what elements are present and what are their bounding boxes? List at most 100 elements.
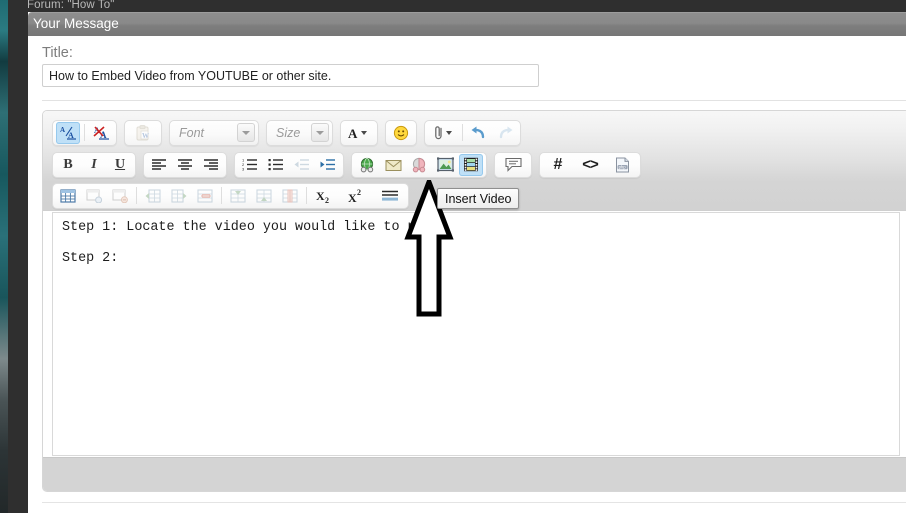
font-family-label: Font: [179, 125, 205, 140]
toolbar-group-quote: [494, 151, 532, 178]
toolbar-group-lists: 1 2 3: [234, 151, 344, 178]
toolbar-group-paste: W: [124, 119, 162, 146]
divider-bottom: [42, 502, 906, 503]
toolbar-group-textcolor: A: [340, 119, 378, 146]
tooltip-text: Insert Video: [445, 191, 512, 206]
browser-top-bar: [0, 0, 906, 12]
justify-glyph: [382, 190, 398, 201]
insert-code-icon[interactable]: <>: [575, 154, 605, 176]
subscript-icon[interactable]: X 2: [311, 185, 341, 207]
insert-row-above-icon[interactable]: [226, 185, 250, 207]
font-family-select[interactable]: Font: [169, 119, 259, 146]
hash-glyph: #: [553, 155, 563, 173]
align-right-icon[interactable]: [199, 154, 223, 176]
editor-content-area[interactable]: Step 1: Locate the video you would like …: [52, 212, 900, 456]
rich-text-editor: A A A A W Font Size A B I U 1 2 3 # <> p…: [42, 110, 906, 492]
breadcrumb: Forum: "How To": [27, 0, 115, 11]
svg-text:2: 2: [325, 196, 329, 204]
indent-glyph: [320, 159, 335, 170]
table-properties-icon[interactable]: [82, 185, 106, 207]
toolbar-group-format: B I U: [52, 151, 136, 178]
chevron-down-icon: [311, 123, 329, 142]
italic-icon[interactable]: I: [82, 154, 106, 176]
emoticon-icon[interactable]: [389, 122, 413, 144]
delete-column-icon[interactable]: [193, 185, 217, 207]
browser-left-panel: [8, 0, 28, 513]
insert-php-icon[interactable]: php: [607, 154, 637, 176]
toolbar-row-2: B I U 1 2 3 # <> php: [52, 150, 641, 179]
delete-row-icon[interactable]: [278, 185, 302, 207]
toolbar-separator: [462, 124, 463, 141]
toolbar-group-spellcheck: A A A A: [52, 119, 117, 146]
insert-quote-icon[interactable]: [498, 154, 528, 176]
svg-text:X: X: [316, 189, 325, 203]
chevron-down-icon: [237, 123, 255, 142]
ordered-list-glyph: 1 2 3: [242, 158, 257, 171]
svg-text:php: php: [618, 164, 626, 169]
redo-glyph: [499, 126, 513, 138]
globe-glyph: [360, 157, 373, 172]
paste-from-word-icon[interactable]: W: [128, 122, 158, 144]
superscript-icon[interactable]: X 2: [343, 185, 373, 207]
title-input[interactable]: [42, 64, 539, 87]
insert-column-left-icon[interactable]: [141, 185, 165, 207]
bold-icon[interactable]: B: [56, 154, 80, 176]
toolbar-group-emoticon: [385, 119, 417, 146]
screen-root: Forum: "How To" Your Message Title: A A: [0, 0, 906, 513]
insert-hash-icon[interactable]: #: [543, 154, 573, 176]
column-right-glyph: [171, 188, 187, 203]
redo-icon[interactable]: [493, 122, 517, 144]
smiley-glyph: [393, 125, 409, 140]
speech-bubble-glyph: [504, 157, 522, 172]
envelope-glyph: [385, 159, 401, 171]
toolbar-group-insert: [351, 151, 487, 178]
insert-video-icon[interactable]: [459, 153, 483, 176]
toolbar-group-attach-undo: [424, 119, 521, 146]
undo-icon[interactable]: [467, 122, 491, 144]
row-delete-glyph: [282, 188, 298, 203]
svg-text:2: 2: [357, 188, 361, 197]
unordered-list-glyph: [268, 159, 283, 171]
toolbar-row-1: A A A A W Font Size A: [52, 118, 521, 147]
align-center-glyph: [178, 159, 192, 170]
delete-table-icon[interactable]: [108, 185, 132, 207]
text-color-icon[interactable]: A: [344, 122, 374, 144]
subscript-glyph: X 2: [316, 189, 329, 204]
insert-table-icon[interactable]: [56, 185, 80, 207]
underline-glyph: U: [114, 156, 126, 172]
row-above-glyph: [230, 188, 246, 203]
indent-icon[interactable]: [316, 154, 340, 176]
underline-icon[interactable]: U: [108, 154, 132, 176]
spellcheck-glyph: A A: [60, 126, 76, 140]
svg-text:3: 3: [242, 167, 245, 171]
content-line-2: Step 2:: [62, 251, 119, 266]
column-delete-glyph: [197, 188, 213, 203]
text-color-glyph: A: [348, 126, 367, 141]
table-delete-glyph: [112, 188, 128, 203]
outdent-glyph: [294, 159, 309, 170]
toolbar-row-3: X 2 X 2: [52, 181, 409, 210]
unlink-icon[interactable]: [407, 154, 431, 176]
table-glyph: [60, 188, 76, 203]
spellcheck-off-icon[interactable]: A A: [89, 122, 113, 144]
browser-accent-stripe: [0, 0, 8, 513]
insert-row-below-icon[interactable]: [252, 185, 276, 207]
unordered-list-icon[interactable]: [264, 154, 288, 176]
insert-column-right-icon[interactable]: [167, 185, 191, 207]
divider-top: [42, 100, 906, 101]
bold-glyph: B: [63, 156, 73, 172]
insert-link-icon[interactable]: [355, 154, 379, 176]
align-center-icon[interactable]: [173, 154, 197, 176]
spellcheck-toggle-icon[interactable]: A A: [56, 121, 80, 144]
code-glyph: <>: [582, 156, 599, 173]
insert-image-icon[interactable]: [433, 154, 457, 176]
panel-header-bar: [28, 12, 906, 36]
justify-icon[interactable]: [375, 185, 405, 207]
align-left-icon[interactable]: [147, 154, 171, 176]
outdent-icon[interactable]: [290, 154, 314, 176]
ordered-list-icon[interactable]: 1 2 3: [238, 154, 262, 176]
attachment-icon[interactable]: [428, 122, 458, 144]
toolbar-group-code: # <> php: [539, 151, 641, 178]
insert-email-icon[interactable]: [381, 154, 405, 176]
font-size-select[interactable]: Size: [266, 119, 333, 146]
